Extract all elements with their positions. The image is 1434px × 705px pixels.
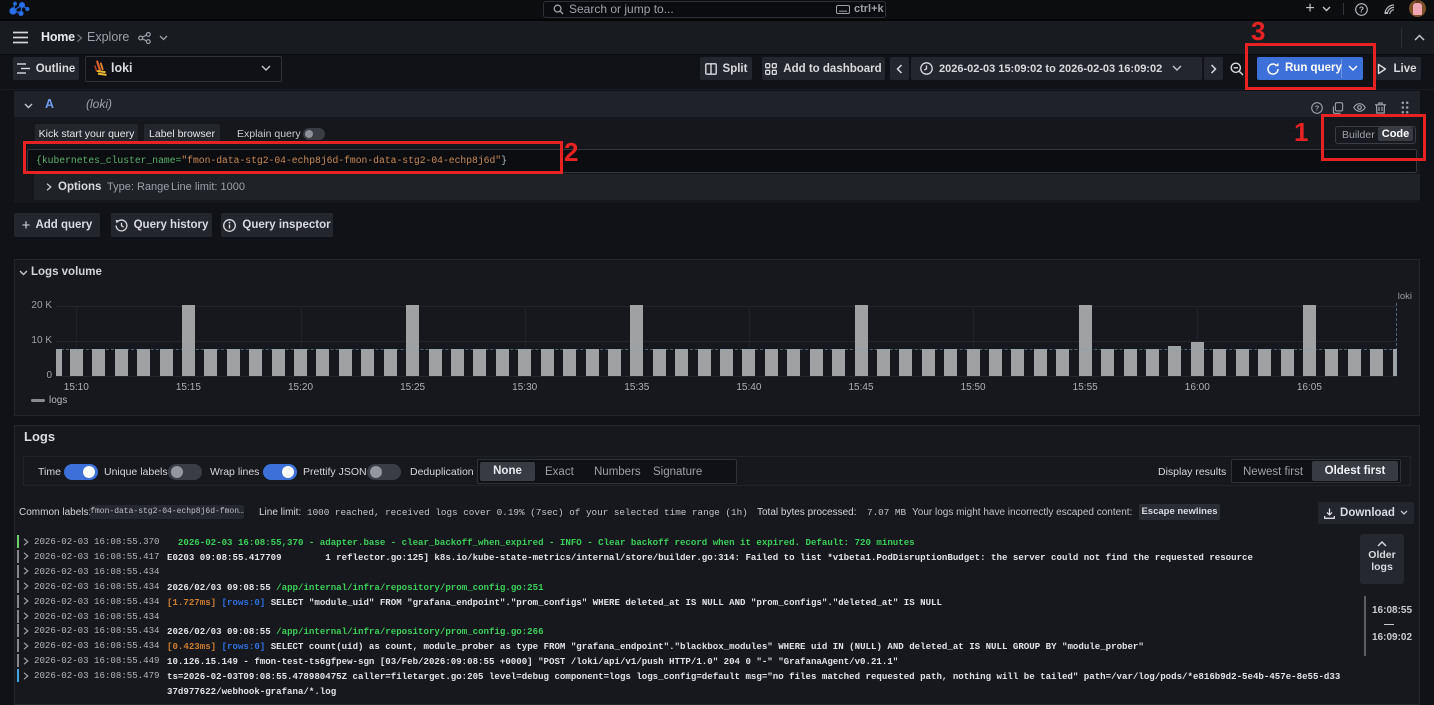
svg-text:?: ? — [1315, 103, 1320, 112]
svg-text:?: ? — [1359, 4, 1364, 14]
